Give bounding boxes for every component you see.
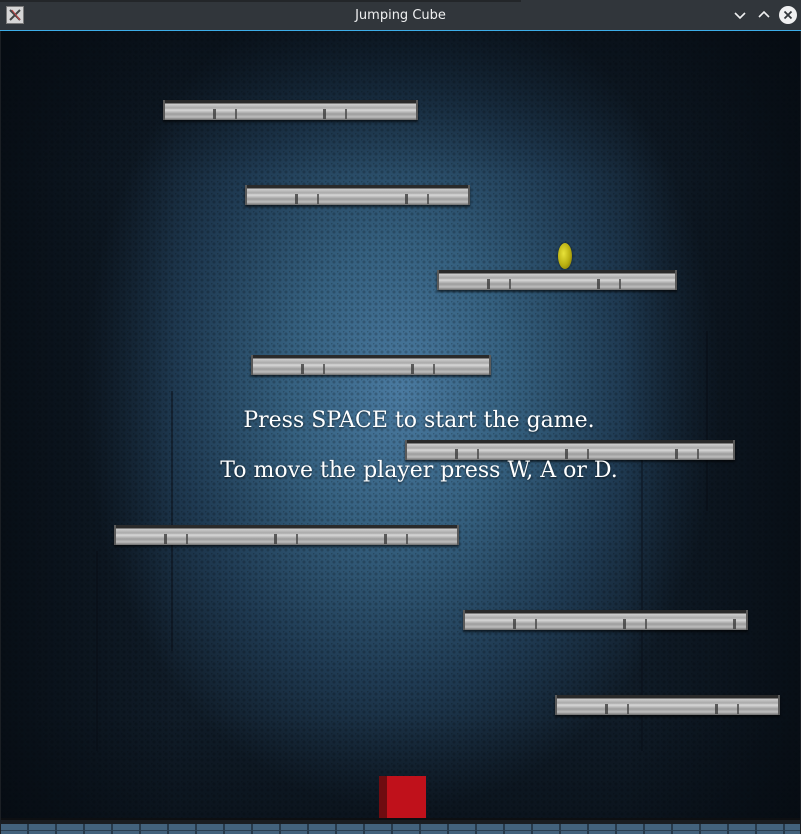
chevron-up-icon [758,10,770,18]
ground [1,818,800,834]
window-title: Jumping Cube [355,8,446,23]
platform [437,270,677,290]
chevron-down-icon [734,12,746,20]
close-icon [783,10,793,20]
minimize-button[interactable] [730,5,750,25]
platform [555,695,780,715]
platform [251,355,491,375]
platform [405,440,735,460]
platform [463,610,748,630]
controls-instruction: To move the player press W, A or D. [220,458,618,483]
maximize-button[interactable] [754,5,774,25]
game-canvas[interactable]: Press SPACE to start the game. To move t… [1,31,800,834]
coin [558,243,572,269]
game-window: Jumping Cube Press SPACE to start the ga… [0,0,801,834]
platform [114,525,459,545]
player-cube [379,776,426,818]
platform [245,185,470,205]
start-instruction: Press SPACE to start the game. [243,408,595,433]
title-bar[interactable]: Jumping Cube [0,0,801,31]
close-button[interactable] [778,5,798,25]
platform [163,100,418,120]
